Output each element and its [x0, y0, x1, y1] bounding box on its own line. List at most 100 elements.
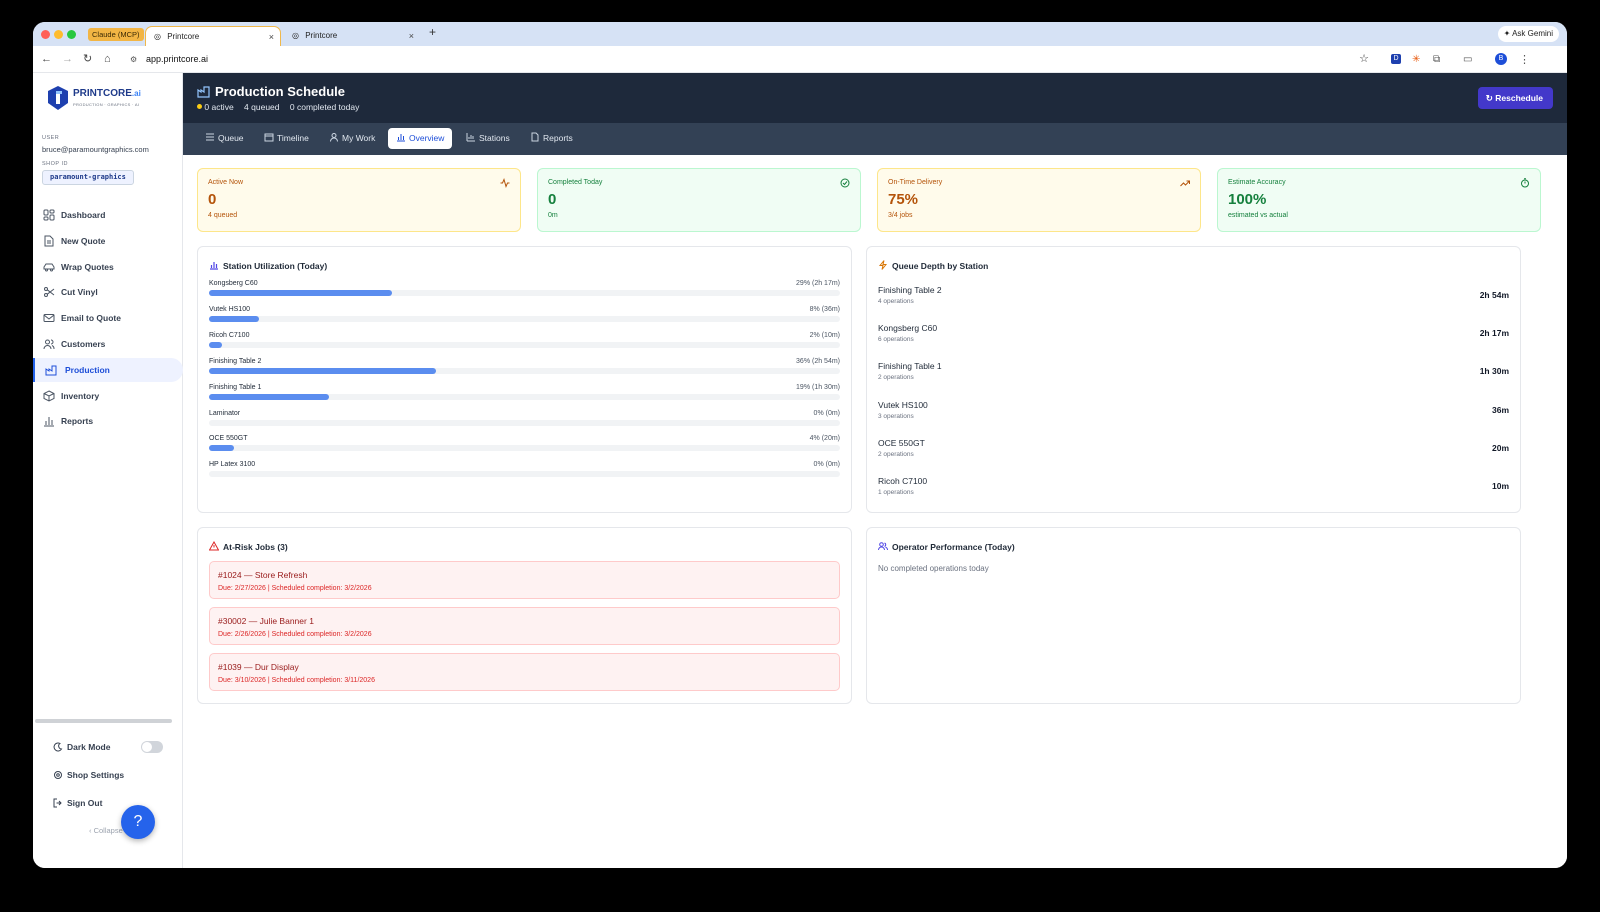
utilization-bar [209, 393, 329, 400]
kpi-estimate-accuracy: Estimate Accuracy 100% estimated vs actual [1217, 168, 1541, 232]
utilization-value: 4% (20m) [809, 435, 840, 443]
browser-tab[interactable]: ◎ Printcore × [284, 26, 420, 46]
sidebar-item-email-to-quote[interactable]: Email to Quote [33, 306, 183, 330]
new-tab-icon[interactable]: + [429, 25, 436, 39]
forward-icon[interactable]: → [62, 53, 73, 65]
sidebar-item-cut-vinyl[interactable]: Cut Vinyl [33, 280, 183, 304]
tab-queue[interactable]: Queue [197, 128, 252, 149]
sidebar-item-label: Customers [61, 339, 106, 349]
shop-id-chip: paramount-graphics [42, 170, 134, 185]
at-risk-job[interactable]: #30002 — Julie Banner 1 Due: 2/26/2026 | … [209, 607, 840, 645]
bookmark-star-icon[interactable]: ☆ [1359, 50, 1369, 69]
collapse-sidebar-button[interactable]: ‹ Collapse [89, 826, 123, 835]
page-title: Production Schedule [215, 84, 346, 99]
at-risk-job[interactable]: #1024 — Store Refresh Due: 2/27/2026 | Sc… [209, 561, 840, 599]
reschedule-button[interactable]: ↻ Reschedule [1477, 87, 1553, 109]
job-title: #30002 — Julie Banner 1 [218, 616, 314, 626]
queue-depth-title: Queue Depth by Station [878, 260, 988, 271]
lightning-icon [878, 260, 888, 270]
site-settings-icon[interactable]: ⚙ [130, 50, 137, 69]
queue-duration: 2h 54m [1479, 290, 1509, 300]
utilization-value: 36% (2h 54m) [796, 357, 840, 365]
utilization-bar [209, 290, 392, 296]
sidebar-item-inventory[interactable]: Inventory [33, 384, 183, 408]
production-tabs: Queue Timeline My Work Overview Stations Repo… [183, 123, 1567, 155]
tab-overview[interactable]: Overview [388, 128, 453, 149]
cast-icon[interactable]: ▭ [1463, 54, 1472, 66]
kpi-title: Completed Today [548, 179, 603, 186]
users-icon [43, 339, 55, 350]
utilization-value: 19% (1h 30m) [796, 383, 840, 391]
puzzle-icon[interactable]: ⧉ [1433, 54, 1440, 66]
utilization-track [209, 471, 840, 478]
utilization-row: Ricoh C7100 2% (10m) [209, 332, 840, 354]
station-name: Finishing Table 2 [878, 285, 942, 295]
browser-tab-active[interactable]: ◎ Printcore × [145, 26, 281, 46]
url-input[interactable]: ⚙ app.printcore.ai ☆ [125, 50, 1375, 69]
station-name: OCE 550GT [209, 435, 248, 443]
sidebar-scrollbar[interactable] [35, 719, 172, 723]
sparkle-icon: ✦ [1503, 29, 1513, 38]
help-button[interactable]: ? [121, 805, 155, 839]
utilization-row: Vutek HS100 8% (36m) [209, 306, 840, 328]
home-icon[interactable]: ⌂ [104, 53, 111, 65]
car-icon [43, 263, 55, 272]
kpi-value: 0 [548, 191, 557, 208]
user-icon [330, 133, 338, 142]
browser-window: Claude (MCP) ◎ Printcore × ◎ Printcore ×… [33, 22, 1567, 868]
back-icon[interactable]: ← [41, 53, 52, 65]
kebab-menu-icon[interactable]: ⋮ [1519, 54, 1530, 66]
close-tab-icon[interactable]: × [269, 27, 274, 47]
globe-icon: ◎ [292, 31, 299, 40]
queue-row: OCE 550GT 2 operations 20m [878, 438, 1509, 472]
panel-title: Station Utilization (Today) [223, 261, 328, 271]
profile-avatar[interactable]: B [1495, 53, 1507, 65]
factory-icon [197, 86, 210, 98]
close-window-icon[interactable] [41, 30, 50, 39]
sidebar-item-production[interactable]: Production [33, 357, 183, 382]
sidebar-item-new-quote[interactable]: New Quote [33, 229, 183, 253]
reschedule-label: Reschedule [1495, 93, 1543, 103]
printcore-logo[interactable]: PRINTCORE.ai PRODUCTION · GRAPHICS · AI [47, 85, 167, 113]
reload-icon[interactable]: ↻ [83, 53, 92, 65]
tab-stations[interactable]: Stations [458, 128, 518, 149]
sidebar-item-dashboard[interactable]: Dashboard [33, 203, 183, 227]
collapse-label: Collapse [93, 826, 123, 835]
address-bar-row: ← → ↻ ⌂ ⚙ app.printcore.ai ☆ D ✳ ⧉ ▭ B ⋮ [33, 46, 1567, 73]
tab-label: Stations [479, 133, 510, 143]
at-risk-job[interactable]: #1039 — Dur Display Due: 3/10/2026 | Sche… [209, 653, 840, 691]
operation-count: 1 operations [878, 489, 914, 496]
queue-duration: 10m [1491, 481, 1509, 491]
dark-mode-toggle[interactable] [141, 741, 163, 753]
sidebar-item-reports[interactable]: Reports [33, 409, 183, 433]
tab-my-work[interactable]: My Work [321, 128, 383, 149]
maximize-window-icon[interactable] [67, 30, 76, 39]
kpi-subtext: 4 queued [208, 212, 238, 219]
job-title: #1039 — Dur Display [218, 662, 299, 672]
utilization-value: 29% (2h 17m) [796, 280, 840, 287]
at-risk-jobs-panel: At-Risk Jobs (3) #1024 — Store Refresh Du… [197, 527, 852, 704]
queue-row: Finishing Table 1 2 operations 1h 30m [878, 361, 1509, 395]
minimize-window-icon[interactable] [54, 30, 63, 39]
panel-title: Operator Performance (Today) [892, 542, 1015, 552]
active-dot-icon [197, 104, 202, 109]
logo-tagline: PRODUCTION · GRAPHICS · AI [73, 102, 140, 107]
tab-reports[interactable]: Reports [522, 128, 581, 149]
ask-gemini-button[interactable]: ✦ Ask Gemini [1497, 26, 1559, 42]
sidebar-item-wrap-quotes[interactable]: Wrap Quotes [33, 255, 183, 279]
extension-d-icon[interactable]: D [1391, 54, 1401, 64]
ask-gemini-label: Ask Gemini [1512, 29, 1553, 38]
sidebar-item-customers[interactable]: Customers [33, 332, 183, 356]
document-icon [531, 132, 539, 142]
station-name: OCE 550GT [878, 437, 925, 448]
job-detail: Due: 2/27/2026 | Scheduled completion: 3… [218, 585, 372, 592]
shop-settings-label: Shop Settings [67, 770, 125, 780]
sign-out-icon [53, 798, 62, 808]
operation-count: 4 operations [878, 298, 914, 305]
close-tab-icon[interactable]: × [409, 26, 414, 46]
utilization-value: 8% (36m) [809, 305, 840, 313]
claude-extension-icon[interactable]: ✳ [1412, 54, 1420, 66]
tab-group-claude[interactable]: Claude (MCP) [88, 28, 144, 41]
utilization-row: Finishing Table 1 19% (1h 30m) [209, 384, 840, 406]
tab-timeline[interactable]: Timeline [256, 128, 317, 149]
